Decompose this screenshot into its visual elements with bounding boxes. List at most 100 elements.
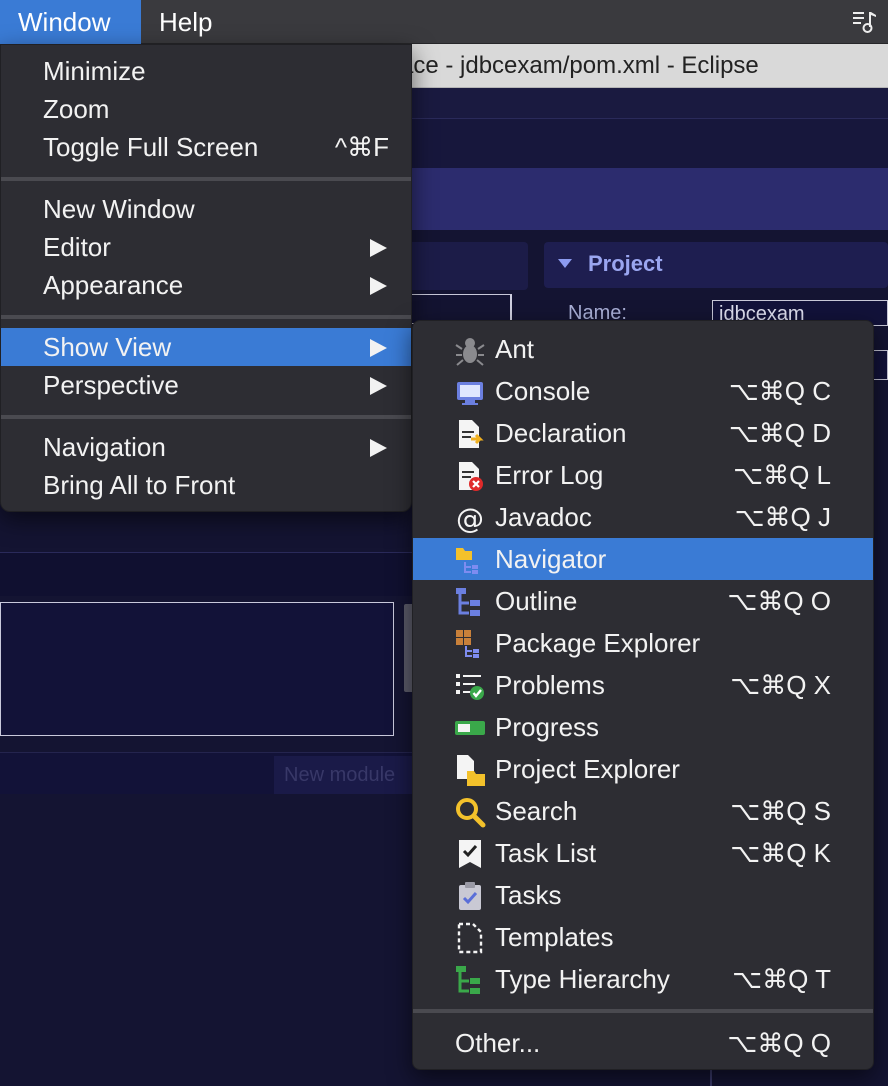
- project-section-header[interactable]: Project: [544, 242, 888, 288]
- window-title: ace - jdbcexam/pom.xml - Eclipse: [400, 52, 759, 79]
- menu-separator: [1, 315, 411, 319]
- view-item-ant[interactable]: Ant: [413, 328, 873, 370]
- view-item-javadoc[interactable]: @ Javadoc ⌥⌘Q J: [413, 496, 873, 538]
- view-item-tasks[interactable]: Tasks: [413, 874, 873, 916]
- problems-icon: [453, 669, 487, 703]
- submenu-arrow-icon: [370, 239, 387, 257]
- progress-icon: [453, 711, 487, 745]
- panel-divider-band: [0, 552, 420, 596]
- view-item-shortcut: ⌥⌘Q C: [728, 376, 831, 406]
- left-section-header: [400, 242, 528, 290]
- view-item-type-hierarchy[interactable]: Type Hierarchy ⌥⌘Q T: [413, 958, 873, 1000]
- music-note-list-icon[interactable]: [852, 9, 878, 35]
- view-item-task-list[interactable]: Task List ⌥⌘Q K: [413, 832, 873, 874]
- menu-separator: [1, 415, 411, 419]
- view-item-shortcut: ⌥⌘Q J: [734, 502, 831, 532]
- submenu-arrow-icon: [370, 277, 387, 295]
- menu-item-label: Toggle Full Screen: [43, 132, 259, 162]
- ant-bug-icon: [453, 333, 487, 367]
- menu-item-label: Zoom: [43, 94, 110, 124]
- menu-item-label: New Window: [43, 194, 195, 224]
- view-item-shortcut: ⌥⌘Q L: [733, 460, 831, 490]
- menu-item-perspective[interactable]: Perspective: [1, 366, 411, 404]
- console-icon: [453, 375, 487, 409]
- view-item-label: Tasks: [495, 880, 562, 910]
- menu-item-minimize[interactable]: Minimize: [1, 52, 411, 90]
- declaration-icon: [453, 417, 487, 451]
- templates-icon: [453, 921, 487, 955]
- view-item-label: Error Log: [495, 460, 604, 490]
- outline-icon: [453, 585, 487, 619]
- type-hierarchy-icon: [453, 963, 487, 997]
- menu-item-shortcut: ^⌘F: [334, 132, 389, 162]
- submenu-arrow-icon: [370, 339, 387, 357]
- view-item-shortcut: ⌥⌘Q K: [730, 838, 831, 868]
- new-module-button[interactable]: New module: [274, 756, 414, 794]
- menu-item-new-window[interactable]: New Window: [1, 190, 411, 228]
- view-item-label: Javadoc: [495, 502, 592, 532]
- view-item-search[interactable]: Search ⌥⌘Q S: [413, 790, 873, 832]
- view-item-console[interactable]: Console ⌥⌘Q C: [413, 370, 873, 412]
- view-item-error-log[interactable]: Error Log ⌥⌘Q L: [413, 454, 873, 496]
- view-item-shortcut: ⌥⌘Q S: [730, 796, 831, 826]
- svg-text:@: @: [456, 502, 484, 535]
- view-item-label: Other...: [455, 1028, 541, 1058]
- macos-menubar: Window Help: [0, 0, 888, 44]
- menu-item-show-view[interactable]: Show View: [1, 328, 411, 366]
- view-item-label: Problems: [495, 670, 605, 700]
- project-section-title: Project: [588, 251, 663, 276]
- view-item-label: Declaration: [495, 418, 627, 448]
- menu-item-label: Minimize: [43, 56, 146, 86]
- navigator-folder-icon: [453, 543, 487, 577]
- task-list-icon: [453, 837, 487, 871]
- submenu-arrow-icon: [370, 439, 387, 457]
- menu-item-toggle-full-screen[interactable]: Toggle Full Screen ^⌘F: [1, 128, 411, 166]
- view-item-shortcut: ⌥⌘Q X: [730, 670, 831, 700]
- view-item-shortcut: ⌥⌘Q Q: [727, 1028, 831, 1058]
- toolbar-strip-secondary: [400, 118, 888, 168]
- view-item-label: Task List: [495, 838, 597, 868]
- search-icon: [453, 795, 487, 829]
- view-item-label: Outline: [495, 586, 578, 616]
- menu-item-label: Perspective: [43, 370, 179, 400]
- view-item-shortcut: ⌥⌘Q O: [727, 586, 831, 616]
- view-item-shortcut: ⌥⌘Q D: [728, 418, 831, 448]
- view-item-label: Type Hierarchy: [495, 964, 670, 994]
- view-item-templates[interactable]: Templates: [413, 916, 873, 958]
- view-item-label: Progress: [495, 712, 600, 742]
- view-item-progress[interactable]: Progress: [413, 706, 873, 748]
- view-item-label: Navigator: [495, 544, 607, 574]
- tasks-clipboard-icon: [453, 879, 487, 913]
- expand-triangle-icon: [558, 259, 572, 268]
- view-item-label: Project Explorer: [495, 754, 680, 784]
- menu-item-label: Editor: [43, 232, 111, 262]
- menu-item-bring-all-to-front[interactable]: Bring All to Front: [1, 466, 411, 504]
- view-item-label: Templates: [495, 922, 614, 952]
- window-menu: Minimize Zoom Toggle Full Screen ^⌘F New…: [0, 44, 412, 512]
- project-explorer-icon: [453, 753, 487, 787]
- menubar-window[interactable]: Window: [0, 0, 141, 44]
- submenu-arrow-icon: [370, 377, 387, 395]
- view-item-other[interactable]: Other... ⌥⌘Q Q: [413, 1022, 873, 1064]
- view-item-label: Package Explorer: [495, 628, 701, 658]
- view-item-project-explorer[interactable]: Project Explorer: [413, 748, 873, 790]
- view-item-label: Search: [495, 796, 578, 826]
- menu-item-navigation[interactable]: Navigation: [1, 428, 411, 466]
- view-item-package-explorer[interactable]: Package Explorer: [413, 622, 873, 664]
- menu-item-zoom[interactable]: Zoom: [1, 90, 411, 128]
- modules-list-box[interactable]: [0, 602, 394, 736]
- menu-item-editor[interactable]: Editor: [1, 228, 411, 266]
- menu-separator: [1, 177, 411, 181]
- error-log-icon: [453, 459, 487, 493]
- menu-item-label: Navigation: [43, 432, 166, 462]
- package-explorer-icon: [453, 627, 487, 661]
- menubar-help[interactable]: Help: [141, 0, 230, 44]
- menu-item-appearance[interactable]: Appearance: [1, 266, 411, 304]
- menu-item-label: Bring All to Front: [43, 470, 236, 500]
- view-item-declaration[interactable]: Declaration ⌥⌘Q D: [413, 412, 873, 454]
- view-item-outline[interactable]: Outline ⌥⌘Q O: [413, 580, 873, 622]
- view-item-problems[interactable]: Problems ⌥⌘Q X: [413, 664, 873, 706]
- view-item-navigator[interactable]: Navigator: [413, 538, 873, 580]
- view-item-label: Ant: [495, 334, 535, 364]
- view-item-shortcut: ⌥⌘Q T: [732, 964, 831, 994]
